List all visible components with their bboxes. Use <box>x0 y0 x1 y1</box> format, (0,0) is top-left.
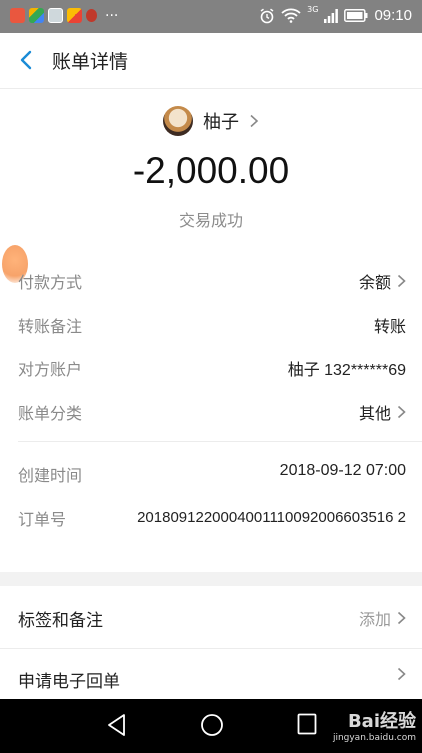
chevron-right-icon <box>397 611 406 625</box>
app-notification-icon <box>86 9 97 22</box>
clock: 09:10 <box>374 7 412 24</box>
detail-value-wrap: 柚子 132******69 <box>288 356 406 380</box>
tags-action-wrap: 添加 <box>359 606 406 630</box>
watermark: Bai经验 jingyan.baidu.com <box>333 707 416 743</box>
app-notification-icon <box>67 8 82 23</box>
app-notification-icon <box>29 8 44 23</box>
signal-icon <box>324 8 339 23</box>
detail-row-counterparty: 对方账户 柚子 132******69 <box>18 352 406 382</box>
meta-row-created-time: 创建时间 2018-09-12 07:00 <box>18 458 406 488</box>
chevron-right-icon <box>397 405 406 419</box>
transaction-status: 交易成功 <box>178 213 243 230</box>
detail-value: 其他 <box>358 406 391 423</box>
detail-row-category[interactable]: 账单分类 其他 <box>18 396 406 426</box>
detail-value: 柚子 132******69 <box>287 362 406 379</box>
meta-row-order-number: 订单号 2018091220004001110092006603516 2 <box>18 502 406 558</box>
chevron-right-icon <box>397 667 406 681</box>
divider <box>18 441 422 442</box>
page-title: 账单详情 <box>52 52 129 73</box>
more-notifications: ··· <box>105 7 119 24</box>
detail-value: 转账 <box>373 319 406 336</box>
detail-label: 转账备注 <box>18 319 83 336</box>
payee-name: 柚子 <box>203 112 239 132</box>
status-bar: ··· 3G 09:10 <box>0 0 422 33</box>
system-status: 3G 09:10 <box>259 5 412 24</box>
detail-value: 余额 <box>358 275 391 292</box>
nav-back-icon[interactable] <box>106 713 128 737</box>
network-type: 3G <box>307 5 319 14</box>
order-number: 2018091220004001110092006603516 2 <box>137 509 406 526</box>
chevron-right-icon <box>397 274 406 288</box>
detail-label: 账单分类 <box>18 406 83 423</box>
battery-icon <box>344 9 368 22</box>
app-notification-icon <box>10 8 25 23</box>
app-header: 账单详情 <box>0 33 422 89</box>
tags-and-notes-row[interactable]: 标签和备注 添加 <box>0 586 422 649</box>
detail-row-payment-method[interactable]: 付款方式 余额 <box>18 265 406 295</box>
detail-label: 对方账户 <box>18 362 83 379</box>
alarm-icon <box>260 8 274 23</box>
detail-value-wrap: 其他 <box>359 400 406 424</box>
detail-value-wrap: 转账 <box>374 313 406 337</box>
meta-label: 订单号 <box>18 512 67 529</box>
meta-value: 2018-09-12 07:00 <box>279 462 406 479</box>
payee-link[interactable]: 柚子 <box>0 103 422 139</box>
watermark-url: jingyan.baidu.com <box>332 733 416 743</box>
e-receipt-label: 申请电子回单 <box>18 672 120 691</box>
meta-label: 创建时间 <box>18 468 83 485</box>
section-gap <box>0 572 422 586</box>
e-receipt-chevron-wrap <box>397 667 406 681</box>
detail-label: 付款方式 <box>18 275 83 292</box>
add-action: 添加 <box>358 612 391 629</box>
nav-recents-icon[interactable] <box>297 713 317 735</box>
payee-avatar <box>163 106 193 136</box>
tags-label: 标签和备注 <box>18 611 103 630</box>
nav-home-icon[interactable] <box>200 713 224 737</box>
notification-icons: ··· <box>10 8 118 23</box>
chevron-right-icon <box>250 114 259 128</box>
back-arrow-icon[interactable] <box>16 49 38 71</box>
detail-value-wrap: 余额 <box>359 269 406 293</box>
image-notification-icon <box>48 8 63 23</box>
system-nav-bar: Bai经验 jingyan.baidu.com <box>0 699 422 753</box>
wifi-icon <box>281 8 301 23</box>
detail-row-transfer-note: 转账备注 转账 <box>18 309 406 339</box>
transaction-amount: -2,000.00 <box>132 150 290 191</box>
e-receipt-row[interactable]: 申请电子回单 <box>0 649 422 699</box>
watermark-brand: Bai经验 <box>347 711 416 732</box>
